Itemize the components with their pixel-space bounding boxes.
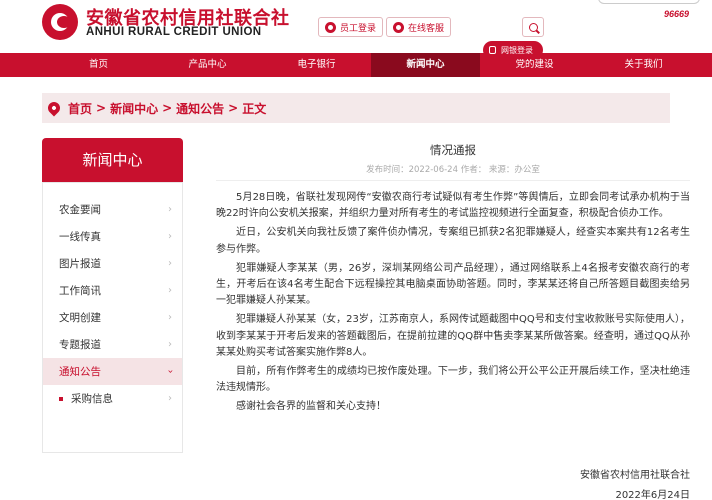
article-signature: 安徽省农村信用社联合社 (580, 470, 690, 481)
article-divider (216, 180, 690, 181)
breadcrumb: 首页 > 新闻中心 > 通知公告 > 正文 (42, 93, 670, 123)
chevron-right-icon: › (168, 393, 172, 404)
sidebar-item-special[interactable]: 专题报道 › (43, 331, 182, 358)
sidebar-item-frontline[interactable]: 一线传真 › (43, 223, 182, 250)
sidebar-item-label: 图片报道 (59, 258, 101, 270)
ebank-login-label: 网银登录 (501, 45, 533, 55)
site-name-en: ANHUI RURAL CREDIT UNION (86, 26, 262, 38)
breadcrumb-separator: > (228, 101, 239, 115)
location-pin-icon (45, 99, 63, 117)
staff-login-button[interactable]: 员工登录 (318, 17, 384, 37)
sidebar-item-civilization[interactable]: 文明创建 › (43, 304, 182, 331)
article-paragraph: 感谢社会各界的监督和关心支持！ (236, 401, 386, 413)
article-paragraph: 犯罪嫌疑人李某某（男，26岁，深圳某网络公司产品经理），通过网络联系上4名报考安… (216, 262, 690, 307)
ebank-login-button[interactable]: 网银登录 (483, 41, 543, 59)
breadcrumb-home[interactable]: 首页 (68, 100, 92, 117)
chat-icon (393, 21, 404, 33)
sidebar-item-procurement[interactable]: 采购信息 › (43, 385, 182, 412)
article-meta: 发布时间：2022-06-24 作者： 来源：办公室 (366, 165, 540, 175)
chevron-right-icon: › (168, 258, 172, 269)
hotline-number: 96669 (664, 9, 690, 19)
article-date: 2022年6月24日 (615, 490, 690, 500)
article-title: 情况通报 (430, 143, 476, 157)
sidebar-item-label: 农金要闻 (59, 204, 101, 216)
article-paragraph: 犯罪嫌疑人孙某某（女，23岁，江苏南京人，系网传试题截图中QQ号和支付宝收款账号… (216, 314, 690, 358)
lock-icon (489, 46, 496, 54)
online-service-label: 在线客服 (408, 23, 445, 34)
article-paragraph: 近日，公安机关向我社反馈了案件侦办情况，专案组已抓获2名犯罪嫌疑人，经查实本案共… (216, 227, 690, 255)
sidebar-item-label: 一线传真 (59, 231, 101, 243)
sidebar-item-photos[interactable]: 图片报道 › (43, 250, 182, 277)
breadcrumb-news[interactable]: 新闻中心 (110, 100, 158, 117)
nav-news[interactable]: 新闻中心 (371, 53, 480, 77)
breadcrumb-notice[interactable]: 通知公告 (176, 100, 224, 117)
sidebar-item-label: 工作简讯 (59, 285, 101, 297)
nav-about[interactable]: 关于我们 (589, 53, 698, 77)
user-icon (325, 21, 336, 33)
chevron-down-icon: › (164, 369, 176, 374)
chevron-right-icon: › (168, 339, 172, 350)
chevron-right-icon: › (168, 312, 172, 323)
chevron-right-icon: › (168, 231, 172, 242)
sidebar-item-briefs[interactable]: 工作简讯 › (43, 277, 182, 304)
chevron-right-icon: › (168, 285, 172, 296)
nav-home[interactable]: 首页 (44, 53, 153, 77)
logo-icon[interactable] (42, 4, 78, 40)
sidebar-item-label: 文明创建 (59, 312, 101, 324)
sidebar-item-label: 采购信息 (71, 393, 113, 405)
site-header: 安徽省农村信用社联合社 ANHUI RURAL CREDIT UNION 员工登… (0, 0, 712, 52)
article-body: 5月28日晚，省联社发现网传“安徽农商行考试疑似有考生作弊”等舆情后，立即会同考… (216, 190, 690, 419)
sidebar-item-label: 通知公告 (59, 366, 101, 378)
sidebar-item-notices[interactable]: 通知公告 › (43, 358, 182, 385)
nav-products[interactable]: 产品中心 (153, 53, 262, 77)
breadcrumb-separator: > (96, 101, 107, 115)
search-button[interactable] (522, 17, 544, 37)
search-icon (528, 22, 538, 32)
online-service-button[interactable]: 在线客服 (386, 17, 452, 37)
top-dropdown-tab[interactable] (598, 0, 700, 4)
sidebar-item-label: 专题报道 (59, 339, 101, 351)
breadcrumb-separator: > (162, 101, 173, 115)
bullet-icon (59, 396, 63, 401)
nav-ebank[interactable]: 电子银行 (262, 53, 371, 77)
article-paragraph: 目前，所有作弊考生的成绩均已按作废处理。下一步，我们将公开公平公正开展后续工作，… (216, 366, 690, 394)
sidebar-item-agri-news[interactable]: 农金要闻 › (43, 196, 182, 223)
main-nav: 首页 产品中心 电子银行 新闻中心 党的建设 关于我们 (0, 53, 712, 77)
staff-login-label: 员工登录 (340, 23, 377, 34)
chevron-right-icon: › (168, 204, 172, 215)
sidebar-subitem-wrap: 采购信息 (59, 391, 113, 406)
article-paragraph: 5月28日晚，省联社发现网传“安徽农商行考试疑似有考生作弊”等舆情后，立即会同考… (216, 192, 690, 220)
breadcrumb-current: 正文 (242, 101, 267, 116)
sidebar-menu: 农金要闻 › 一线传真 › 图片报道 › 工作简讯 › 文明创建 › 专题报道 … (42, 182, 183, 453)
sidebar-title: 新闻中心 (42, 138, 183, 182)
